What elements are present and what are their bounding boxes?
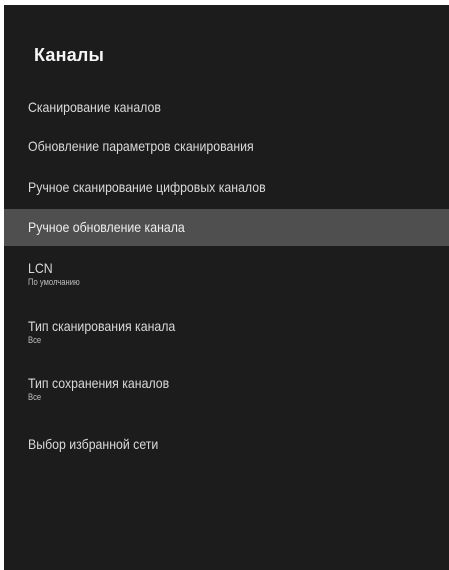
menu-item-label: Ручное обновление канала: [28, 219, 185, 235]
menu-item-label: Тип сохранения каналов: [28, 375, 170, 391]
menu-item-manual-channel-update[interactable]: Ручное обновление канала: [4, 209, 449, 246]
menu-item-label: Ручное сканирование цифровых каналов: [28, 179, 266, 195]
menu-item-value: Все: [28, 392, 42, 402]
menu-item-favourite-network[interactable]: Выбор избранной сети: [4, 431, 449, 457]
menu-item-channel-storage-type[interactable]: Тип сохранения каналов Все: [4, 374, 449, 408]
menu-item-label: Тип сканирования канала: [28, 318, 176, 334]
menu-item-label: Обновление параметров сканирования: [28, 138, 254, 154]
menu-item-lcn[interactable]: LCN По умолчанию: [4, 259, 449, 293]
menu-item-manual-digital-scan[interactable]: Ручное сканирование цифровых каналов: [4, 174, 449, 200]
menu-item-label: LCN: [28, 260, 53, 276]
menu-item-update-scan-params[interactable]: Обновление параметров сканирования: [4, 133, 449, 159]
page-title: Каналы: [34, 45, 105, 65]
settings-panel: Каналы Сканирование каналов Обновление п…: [4, 5, 449, 570]
menu-item-label: Сканирование каналов: [28, 99, 161, 115]
menu-item-channel-scan-type[interactable]: Тип сканирования канала Все: [4, 317, 449, 351]
menu-item-value: По умолчанию: [28, 277, 80, 287]
menu-item-label: Выбор избранной сети: [28, 436, 159, 452]
menu-item-value: Все: [28, 335, 42, 345]
menu-item-channel-scan[interactable]: Сканирование каналов: [4, 94, 449, 120]
